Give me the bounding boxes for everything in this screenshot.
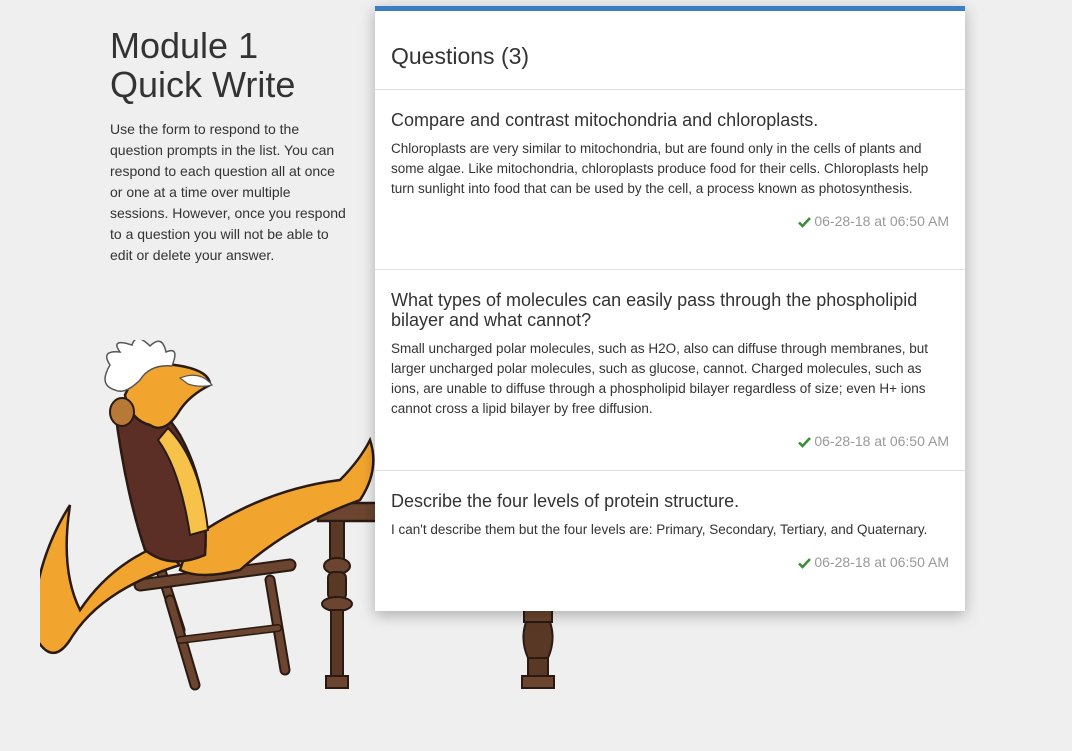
page-title-line-1: Module 1 <box>110 25 259 66</box>
intro-description: Use the form to respond to the question … <box>110 121 346 263</box>
answer-meta: 06-28-18 at 06:50 AM <box>391 431 949 453</box>
question-prompt: Describe the four levels of protein stru… <box>391 491 740 511</box>
questions-card-header: Questions (3) <box>375 11 965 90</box>
page-title: Module 1 Quick Write <box>110 26 350 104</box>
question-answer: Small uncharged polar molecules, such as… <box>391 341 929 416</box>
question-answer: Chloroplasts are very similar to mitocho… <box>391 141 929 196</box>
answer-timestamp: 06-28-18 at 06:50 AM <box>814 433 949 449</box>
check-icon <box>798 213 812 233</box>
intro-panel: Module 1 Quick Write Use the form to res… <box>110 26 350 266</box>
check-icon <box>798 433 812 453</box>
questions-card: Questions (3) Compare and contrast mitoc… <box>375 6 965 611</box>
question-answer: I can't describe them but the four level… <box>391 522 928 537</box>
question-prompt: What types of molecules can easily pass … <box>391 290 918 330</box>
answer-meta: 06-28-18 at 06:50 AM <box>391 552 949 574</box>
question-prompt: Compare and contrast mitochondria and ch… <box>391 110 819 130</box>
answer-timestamp: 06-28-18 at 06:50 AM <box>814 554 949 570</box>
question-item: Describe the four levels of protein stru… <box>375 471 965 574</box>
answer-timestamp: 06-28-18 at 06:50 AM <box>814 213 949 229</box>
question-item: Compare and contrast mitochondria and ch… <box>375 90 965 270</box>
check-icon <box>798 554 812 574</box>
page-title-line-2: Quick Write <box>110 64 296 105</box>
answer-meta: 06-28-18 at 06:50 AM <box>391 211 949 233</box>
page: Module 1 Quick Write Use the form to res… <box>0 0 1072 751</box>
questions-heading: Questions (3) <box>391 43 530 69</box>
question-item: What types of molecules can easily pass … <box>375 270 965 471</box>
